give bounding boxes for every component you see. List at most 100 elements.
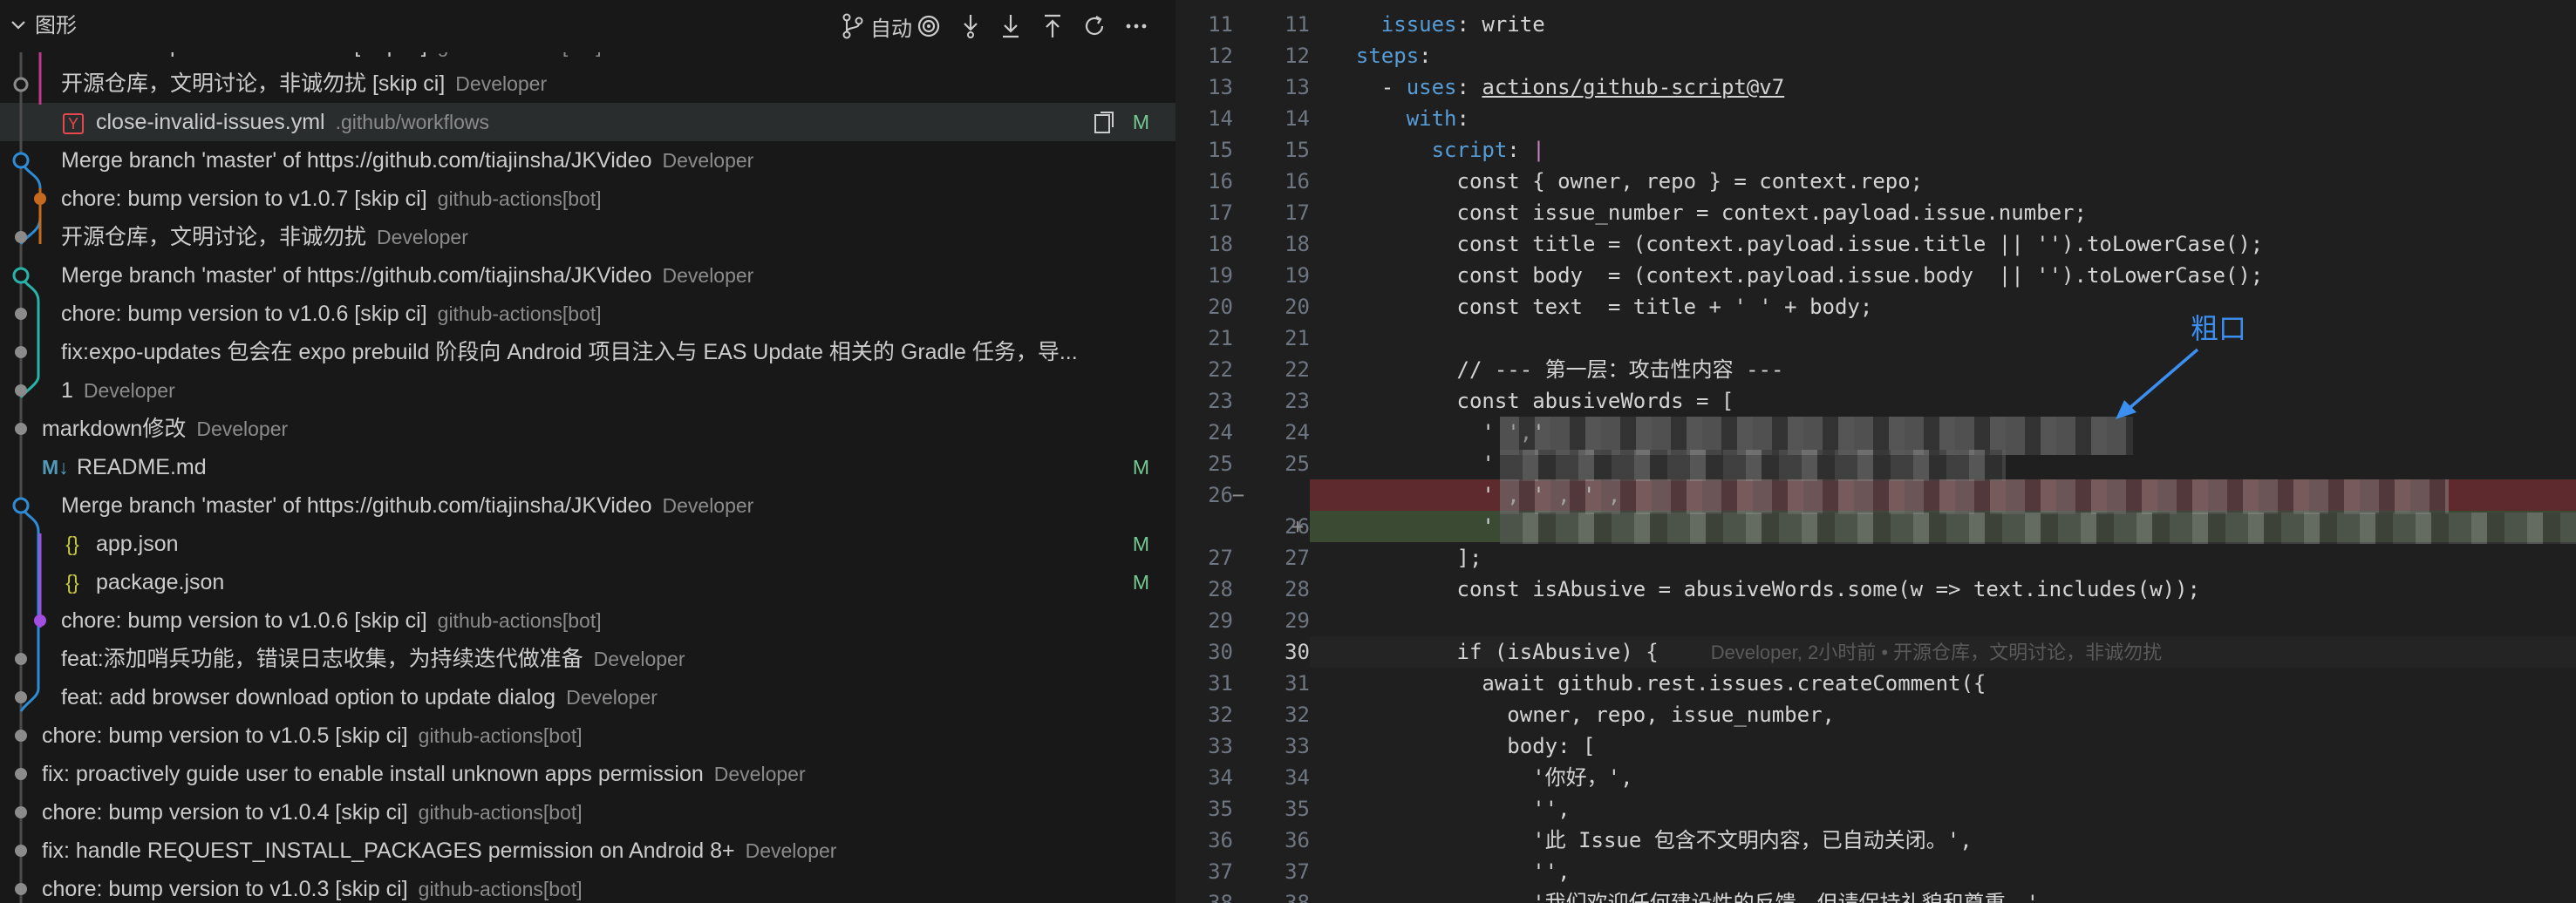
- original-line-number: 18: [1208, 232, 1233, 256]
- code-text: issues: write: [1380, 12, 1545, 37]
- code-line[interactable]: 21 21: [1176, 322, 2576, 354]
- removed-marker: −: [1231, 483, 1245, 507]
- json-file-icon: {}: [65, 571, 79, 594]
- commit-row[interactable]: Merge branch 'master' of https://github.…: [0, 486, 1176, 525]
- commit-row[interactable]: fix:expo-updates 包会在 expo prebuild 阶段向 A…: [0, 333, 1176, 371]
- original-line-number: 25: [1208, 452, 1233, 476]
- code-line[interactable]: 16 16 const { owner, repo } = context.rep…: [1176, 166, 2576, 197]
- code-line[interactable]: 14 14 with:: [1176, 103, 2576, 134]
- code-line[interactable]: 13 13 - uses: actions/github-script@v7: [1176, 71, 2576, 103]
- original-line-number: 14: [1208, 106, 1233, 131]
- code-text: with:: [1406, 106, 1469, 131]
- original-line-number: 19: [1208, 263, 1233, 288]
- code-text: ': [1331, 452, 1495, 476]
- file-row-close-invalid-issues[interactable]: Yclose-invalid-issues.yml .github/workflo…: [0, 103, 1176, 141]
- commit-row[interactable]: 开源仓库，文明讨论，非诚勿扰 [skip ci] Developer: [0, 64, 1176, 103]
- original-line-number: 17: [1208, 200, 1233, 225]
- code-line[interactable]: 27 27 ];: [1176, 542, 2576, 574]
- commit-row[interactable]: chore: bump version to v1.0.3 [skip ci] g…: [0, 870, 1176, 903]
- code-text: const { owner, repo } = context.repo;: [1331, 169, 1924, 194]
- code-line[interactable]: 11 11 issues: write: [1176, 9, 2576, 40]
- code-line[interactable]: 35 35 '',: [1176, 793, 2576, 825]
- file-row-package-json[interactable]: {} package.json M: [0, 563, 1176, 601]
- modified-line-number: 27: [1285, 546, 1310, 570]
- modified-line-number: 28: [1285, 577, 1310, 601]
- commit-row[interactable]: 开源仓库，文明讨论，非诚勿扰 Developer: [0, 218, 1176, 256]
- commit-row[interactable]: chore: bump version to v1.0.7 [skip ci] g…: [0, 180, 1176, 218]
- json-file-icon: {}: [65, 533, 79, 555]
- graph-header: 图形 自动: [0, 0, 1176, 52]
- code-line[interactable]: 31 31 await github.rest.issues.createComm…: [1176, 668, 2576, 699]
- more-actions-icon[interactable]: [1120, 10, 1153, 42]
- code-line[interactable]: 33 33 body: [: [1176, 730, 2576, 762]
- code-line[interactable]: 12 12 steps:: [1176, 40, 2576, 71]
- original-line-number: 23: [1208, 389, 1233, 413]
- original-line-number: 11: [1208, 12, 1233, 37]
- commit-row[interactable]: chore: bump version to v1.0.6 [skip ci] g…: [0, 295, 1176, 333]
- refresh-icon[interactable]: [1078, 10, 1111, 42]
- commit-row[interactable]: markdown修改 Developer: [0, 410, 1176, 448]
- modified-badge: M: [1132, 456, 1149, 479]
- code-line[interactable]: 15 15 script: |: [1176, 134, 2576, 166]
- branch-icon: [842, 13, 863, 39]
- modified-badge: M: [1132, 533, 1149, 555]
- auto-fetch-button[interactable]: 自动: [828, 10, 924, 42]
- redacted-text: [1500, 513, 2576, 544]
- fetch-icon[interactable]: [954, 10, 987, 42]
- target-icon[interactable]: [912, 10, 945, 42]
- code-line[interactable]: 34 34 '你好，',: [1176, 762, 2576, 793]
- code-text: const title = (context.payload.issue.tit…: [1331, 232, 2264, 256]
- commit-row[interactable]: fix: proactively guide user to enable in…: [0, 755, 1176, 793]
- commit-row[interactable]: fix: handle REQUEST_INSTALL_PACKAGES per…: [0, 832, 1176, 870]
- file-row-readme[interactable]: M↓ README.md M: [0, 448, 1176, 486]
- open-file-icon[interactable]: [1094, 112, 1114, 134]
- commit-row[interactable]: Merge branch 'master' of https://github.…: [0, 141, 1176, 180]
- original-line-number: 24: [1208, 420, 1233, 445]
- modified-line-number: 38: [1285, 891, 1310, 903]
- code-text: ': [1331, 514, 1495, 539]
- modified-line-number: 21: [1285, 326, 1310, 350]
- code-line[interactable]: 22 22 // --- 第一层：攻击性内容 ---: [1176, 354, 2576, 385]
- code-line[interactable]: 32 32 owner, repo, issue_number,: [1176, 699, 2576, 730]
- code-text: await github.rest.issues.createComment({: [1331, 671, 1987, 696]
- code-line[interactable]: 36 36 '此 Issue 包含不文明内容，已自动关闭。',: [1176, 825, 2576, 856]
- modified-line-number: 30: [1285, 640, 1310, 664]
- chevron-down-icon[interactable]: [9, 16, 28, 35]
- code-line[interactable]: 38 38 '我们欢迎任何建设性的反馈，但请保持礼貌和尊重。',: [1176, 887, 2576, 903]
- modified-line-number: 20: [1285, 295, 1310, 319]
- push-icon[interactable]: [1036, 10, 1069, 42]
- code-text: const abusiveWords = [: [1331, 389, 1734, 413]
- pull-icon[interactable]: [994, 10, 1027, 42]
- code-line[interactable]: 17 17 const issue_number = context.payloa…: [1176, 197, 2576, 228]
- code-line[interactable]: 20 20 const text = title + ' ' + body;: [1176, 291, 2576, 322]
- original-line-number: 32: [1208, 703, 1233, 727]
- modified-line-number: 13: [1285, 75, 1310, 99]
- original-line-number: 30: [1208, 640, 1233, 664]
- code-text: const body = (context.payload.issue.body…: [1331, 263, 2264, 288]
- commit-row[interactable]: 1 Developer: [0, 371, 1176, 410]
- file-row-app-json[interactable]: {} app.json M: [0, 525, 1176, 563]
- modified-line-number: 17: [1285, 200, 1310, 225]
- commit-row[interactable]: chore: bump version to v1.0.5 [skip ci] g…: [0, 716, 1176, 755]
- modified-line-number: 22: [1285, 357, 1310, 382]
- redacted-text: [1500, 479, 2449, 514]
- commit-row[interactable]: chore: bump version to v1.0.6 [skip ci] g…: [0, 601, 1176, 640]
- commit-row[interactable]: Merge branch 'master' of https://github.…: [0, 256, 1176, 295]
- code-line[interactable]: 30 30 if (isAbusive) {Developer, 2小时前 • 开…: [1176, 636, 2576, 668]
- code-line[interactable]: 19 19 const body = (context.payload.issue…: [1176, 260, 2576, 291]
- commit-row[interactable]: chore: bump version to v1.0.4 [skip ci] g…: [0, 793, 1176, 832]
- code-line[interactable]: 23 23 const abusiveWords = [: [1176, 385, 2576, 417]
- modified-line-number: 16: [1285, 169, 1310, 194]
- commit-row[interactable]: feat:添加哨兵功能，错误日志收集，为持续迭代做准备 Developer: [0, 640, 1176, 678]
- code-line[interactable]: 28 28 const isAbusive = abusiveWords.some…: [1176, 574, 2576, 605]
- original-line-number: 21: [1208, 326, 1233, 350]
- code-line[interactable]: 18 18 const title = (context.payload.issu…: [1176, 228, 2576, 260]
- code-line[interactable]: 29 29: [1176, 605, 2576, 636]
- inline-blame: Developer, 2小时前 • 开源仓库，文明讨论，非诚勿扰: [1710, 642, 2163, 663]
- code-text: // --- 第一层：攻击性内容 ---: [1331, 357, 1784, 382]
- original-line-number: 35: [1208, 797, 1233, 821]
- original-line-number: 34: [1208, 765, 1233, 790]
- code-line[interactable]: 37 37 '',: [1176, 856, 2576, 887]
- diff-editor[interactable]: 11 11 issues: write 12 12 steps: 13 13 - uses…: [1176, 0, 2576, 903]
- commit-row[interactable]: feat: add browser download option to upd…: [0, 678, 1176, 716]
